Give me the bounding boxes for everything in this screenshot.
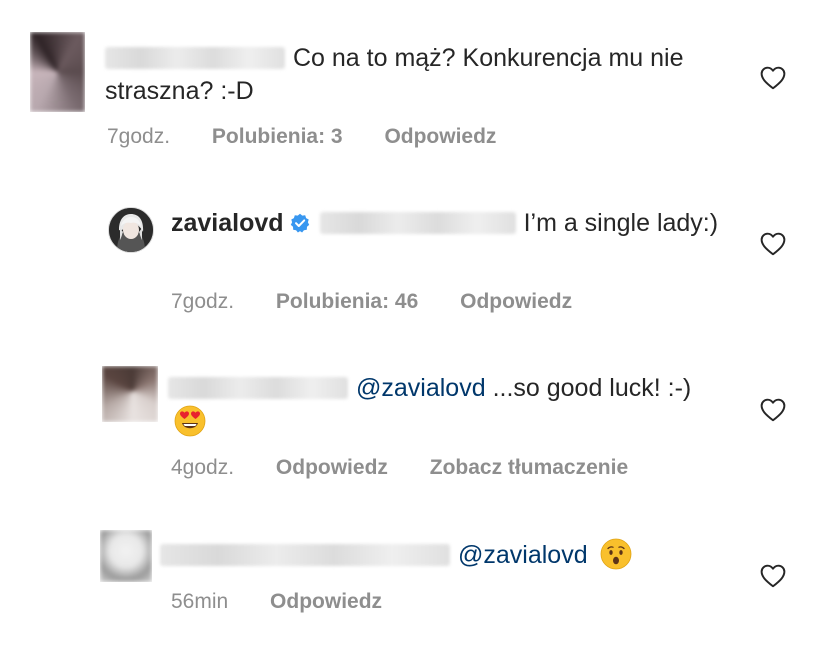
heart-icon[interactable]	[760, 564, 786, 588]
reply-button[interactable]: Odpowiedz	[460, 290, 572, 313]
comment-text: ...so good luck! :-)	[492, 374, 692, 402]
comment-time[interactable]: 7godz.	[171, 290, 234, 313]
comment-meta: 7godz. Polubienia: 3 Odpowiedz	[107, 125, 532, 149]
reply-button[interactable]: Odpowiedz	[384, 125, 496, 148]
blurred-username[interactable]	[160, 544, 450, 566]
avatar[interactable]	[30, 32, 85, 112]
blurred-username[interactable]	[105, 47, 285, 69]
heart-icon[interactable]	[760, 66, 786, 90]
translate-button[interactable]: Zobacz tłumaczenie	[430, 456, 628, 479]
hushed-face-emoji	[600, 538, 632, 570]
likes-count[interactable]: Polubienia: 46	[276, 290, 418, 313]
blurred-username[interactable]	[168, 377, 348, 399]
heart-eyes-emoji	[174, 405, 206, 437]
likes-count[interactable]: Polubienia: 3	[212, 125, 343, 148]
reply-button[interactable]: Odpowiedz	[276, 456, 388, 479]
mention-link[interactable]: @zavialovd	[458, 541, 588, 569]
username[interactable]: zavialovd	[171, 209, 284, 237]
blurred-mention[interactable]	[319, 212, 516, 234]
avatar[interactable]	[102, 366, 158, 422]
comment-meta: 56min Odpowiedz	[171, 590, 418, 614]
comment-time[interactable]: 4godz.	[171, 456, 234, 479]
comment-meta: 7godz. Polubienia: 46 Odpowiedz	[171, 290, 608, 314]
mention-link[interactable]: @zavialovd	[356, 374, 486, 402]
verified-badge-icon	[290, 213, 309, 233]
comment-time[interactable]: 7godz.	[107, 125, 170, 148]
comment-meta: 4godz. Odpowiedz Zobacz tłumaczenie	[171, 456, 664, 480]
heart-icon[interactable]	[760, 232, 786, 256]
comment-time[interactable]: 56min	[171, 590, 228, 613]
heart-icon[interactable]	[760, 398, 786, 422]
reply-button[interactable]: Odpowiedz	[270, 590, 382, 613]
avatar[interactable]	[108, 207, 154, 253]
avatar[interactable]	[100, 530, 152, 582]
comment-text: I’m a single lady:)	[523, 209, 719, 237]
